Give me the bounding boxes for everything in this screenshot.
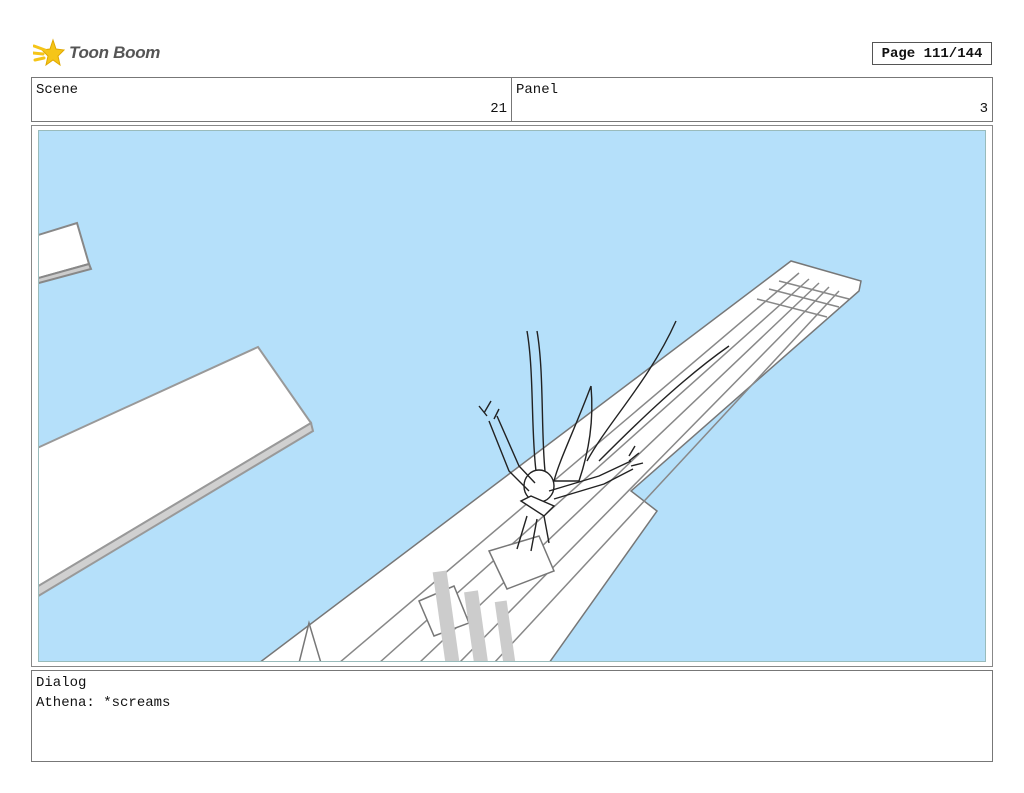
panel-box: Panel 3 bbox=[511, 77, 993, 122]
dialog-label: Dialog bbox=[36, 675, 87, 691]
logo-text: Toon Boom bbox=[69, 43, 161, 62]
scene-label: Scene bbox=[36, 82, 79, 98]
page-number: Page 111/144 bbox=[872, 42, 992, 65]
toon-boom-logo: Toon Boom bbox=[33, 37, 160, 69]
building-top-left bbox=[39, 221, 93, 284]
dialog-box: Dialog Athena: *screams bbox=[31, 670, 993, 762]
scene-value: 21 bbox=[490, 101, 507, 117]
storyboard-panel-image bbox=[38, 130, 986, 662]
toon-boom-star-icon bbox=[33, 38, 65, 67]
panel-value: 3 bbox=[979, 101, 988, 117]
building-tower bbox=[260, 260, 862, 661]
panel-label: Panel bbox=[516, 82, 559, 98]
panel-drawing bbox=[39, 221, 862, 661]
building-left-slab bbox=[39, 345, 315, 597]
scene-box: Scene 21 bbox=[31, 77, 512, 122]
dialog-text: Athena: *screams bbox=[36, 695, 171, 711]
storyboard-frame bbox=[31, 125, 993, 667]
